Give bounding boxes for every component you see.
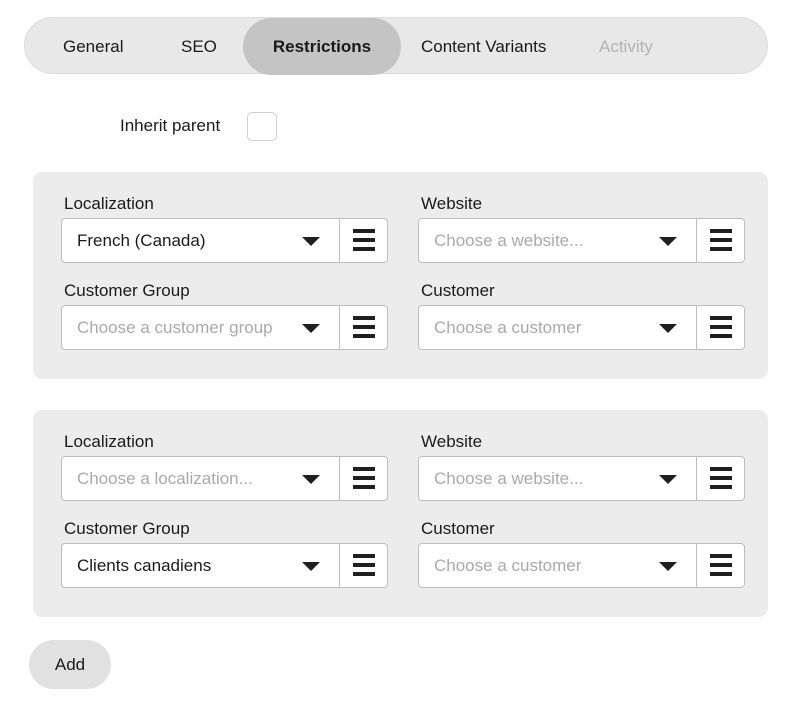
list-button[interactable] bbox=[339, 306, 387, 349]
customer-placeholder: Choose a customer bbox=[434, 556, 582, 575]
list-button[interactable] bbox=[696, 544, 744, 587]
list-button[interactable] bbox=[339, 544, 387, 587]
customer-select: Choose a customer bbox=[418, 543, 745, 588]
tab-general[interactable]: General bbox=[63, 18, 123, 75]
localization-label: Localization bbox=[64, 194, 154, 213]
tab-seo[interactable]: SEO bbox=[181, 18, 217, 75]
list-button[interactable] bbox=[696, 306, 744, 349]
add-button[interactable]: Add bbox=[29, 640, 111, 689]
caret-down-icon bbox=[302, 562, 320, 571]
customer-select: Choose a customer bbox=[418, 305, 745, 350]
customer-group-value: Clients canadiens bbox=[77, 556, 212, 575]
restriction-panel-2: Localization Choose a localization... We… bbox=[33, 410, 768, 617]
customer-dropdown[interactable]: Choose a customer bbox=[419, 544, 696, 587]
list-button[interactable] bbox=[339, 457, 387, 500]
tab-bar: General SEO Restrictions Content Variant… bbox=[24, 17, 768, 75]
website-select: Choose a website... bbox=[418, 456, 745, 501]
caret-down-icon bbox=[659, 475, 677, 484]
customer-dropdown[interactable]: Choose a customer bbox=[419, 306, 696, 349]
website-placeholder: Choose a website... bbox=[434, 469, 584, 488]
localization-select: French (Canada) bbox=[61, 218, 388, 263]
customer-label: Customer bbox=[421, 519, 495, 538]
list-button[interactable] bbox=[339, 219, 387, 262]
customer-group-label: Customer Group bbox=[64, 281, 190, 300]
tab-restrictions[interactable]: Restrictions bbox=[243, 18, 401, 75]
localization-placeholder: Choose a localization... bbox=[77, 469, 253, 488]
inherit-parent-label: Inherit parent bbox=[120, 116, 221, 135]
customer-group-label: Customer Group bbox=[64, 519, 190, 538]
tab-content-variants[interactable]: Content Variants bbox=[421, 18, 546, 75]
caret-down-icon bbox=[302, 475, 320, 484]
customer-group-dropdown[interactable]: Choose a customer group bbox=[62, 306, 339, 349]
caret-down-icon bbox=[302, 237, 320, 246]
tab-activity: Activity bbox=[599, 37, 653, 56]
restriction-panel-1: Localization French (Canada) Website Cho… bbox=[33, 172, 768, 379]
website-dropdown[interactable]: Choose a website... bbox=[419, 457, 696, 500]
customer-group-select: Choose a customer group bbox=[61, 305, 388, 350]
customer-group-placeholder: Choose a customer group bbox=[77, 318, 273, 337]
caret-down-icon bbox=[659, 324, 677, 333]
caret-down-icon bbox=[659, 562, 677, 571]
website-placeholder: Choose a website... bbox=[434, 231, 584, 250]
inherit-parent-checkbox[interactable] bbox=[247, 112, 277, 141]
caret-down-icon bbox=[302, 324, 320, 333]
localization-label: Localization bbox=[64, 432, 154, 451]
customer-group-select: Clients canadiens bbox=[61, 543, 388, 588]
localization-dropdown[interactable]: French (Canada) bbox=[62, 219, 339, 262]
website-label: Website bbox=[421, 194, 483, 213]
localization-dropdown[interactable]: Choose a localization... bbox=[62, 457, 339, 500]
list-button[interactable] bbox=[696, 219, 744, 262]
localization-select: Choose a localization... bbox=[61, 456, 388, 501]
website-select: Choose a website... bbox=[418, 218, 745, 263]
website-label: Website bbox=[421, 432, 483, 451]
customer-label: Customer bbox=[421, 281, 495, 300]
customer-group-dropdown[interactable]: Clients canadiens bbox=[62, 544, 339, 587]
customer-placeholder: Choose a customer bbox=[434, 318, 582, 337]
caret-down-icon bbox=[659, 237, 677, 246]
website-dropdown[interactable]: Choose a website... bbox=[419, 219, 696, 262]
localization-value: French (Canada) bbox=[77, 231, 206, 250]
list-button[interactable] bbox=[696, 457, 744, 500]
